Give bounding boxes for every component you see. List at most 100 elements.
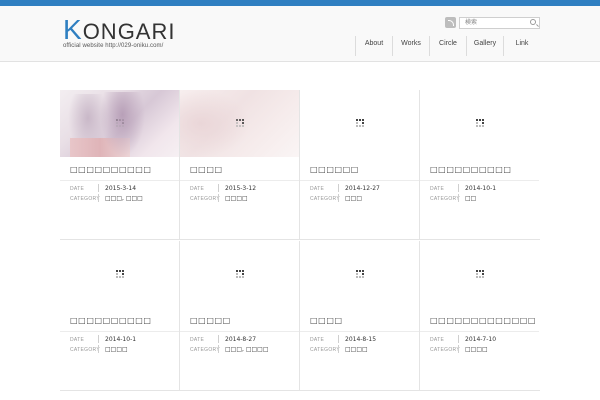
loading-spinner-icon (356, 119, 364, 127)
post-title[interactable]: □□□□□□ (310, 165, 359, 174)
loading-spinner-icon (356, 270, 364, 278)
meta-separator (98, 335, 99, 343)
category-label: CATEGORY (430, 347, 460, 353)
main-nav: About Works Circle Gallery Link (355, 36, 540, 56)
post-card[interactable]: □□□□ DATE 2014-8-15 CATEGORY □□□□ (300, 241, 420, 391)
nav-item-gallery[interactable]: Gallery (466, 36, 503, 56)
search-input[interactable]: 検索 (459, 17, 540, 29)
post-category[interactable]: □□□, □□□□ (225, 346, 269, 353)
meta-separator (338, 184, 339, 192)
loading-spinner-icon (236, 119, 244, 127)
logo-initial: K (63, 14, 83, 45)
thumbnail-art-detail (70, 138, 130, 157)
category-label: CATEGORY (310, 196, 340, 202)
post-card[interactable]: □□□□□□□□□□ DATE 2014-10-1 CATEGORY □□□□ (60, 241, 180, 391)
category-label: CATEGORY (430, 196, 460, 202)
post-card[interactable]: □□□□□□ DATE 2014-12-27 CATEGORY □□□ (300, 90, 420, 240)
post-title[interactable]: □□□□□□□□□□ (70, 316, 152, 325)
meta-separator (98, 184, 99, 192)
post-thumbnail[interactable] (300, 90, 419, 157)
post-date: 2014-10-1 (105, 336, 137, 343)
post-category[interactable]: □□□□ (465, 346, 488, 353)
category-label: CATEGORY (70, 347, 100, 353)
date-label: DATE (430, 186, 445, 192)
post-card[interactable]: □□□□□ DATE 2014-8-27 CATEGORY □□□, □□□□ (180, 241, 300, 391)
category-label: CATEGORY (190, 196, 220, 202)
logo-wordmark: KONGARI (63, 16, 176, 44)
post-thumbnail[interactable] (180, 90, 299, 157)
post-category[interactable]: □□□□ (225, 195, 248, 202)
nav-item-link[interactable]: Link (503, 36, 540, 56)
loading-spinner-icon (236, 270, 244, 278)
post-card[interactable]: □□□□□□□□□□ DATE 2015-3-14 CATEGORY □□□, □□□ (60, 90, 180, 240)
logo-tagline: official website http://029-oniku.com/ (63, 43, 164, 49)
site-logo[interactable]: KONGARI official website http://029-onik… (63, 16, 176, 50)
post-date: 2014-12-27 (345, 185, 380, 192)
post-date: 2014-8-15 (345, 336, 377, 343)
post-card[interactable]: □□□□ DATE 2015-3-12 CATEGORY □□□□ (180, 90, 300, 240)
meta-separator (458, 184, 459, 192)
divider (60, 180, 179, 181)
meta-separator (218, 345, 219, 353)
meta-separator (218, 335, 219, 343)
site-header: KONGARI official website http://029-onik… (0, 6, 600, 62)
date-label: DATE (190, 186, 205, 192)
post-card[interactable]: □□□□□□□□□□□□□ DATE 2014-7-10 CATEGORY □□□□ (420, 241, 540, 391)
category-label: CATEGORY (190, 347, 220, 353)
post-title[interactable]: □□□□□ (190, 316, 231, 325)
search-placeholder: 検索 (465, 19, 478, 26)
loading-spinner-icon (116, 270, 124, 278)
loading-spinner-icon (476, 270, 484, 278)
category-label: CATEGORY (70, 196, 100, 202)
post-category[interactable]: □□□ (345, 195, 362, 202)
post-title[interactable]: □□□□ (310, 316, 343, 325)
divider (60, 331, 179, 332)
post-thumbnail[interactable] (60, 241, 179, 308)
post-title[interactable]: □□□□□□□□□□□□□ (430, 316, 536, 325)
post-date: 2015-3-12 (225, 185, 257, 192)
post-title[interactable]: □□□□□□□□□□ (430, 165, 512, 174)
post-thumbnail[interactable] (420, 90, 539, 157)
nav-item-about[interactable]: About (355, 36, 392, 56)
rss-icon[interactable] (445, 17, 456, 28)
divider (180, 331, 299, 332)
post-date: 2014-7-10 (465, 336, 497, 343)
post-category[interactable]: □□□, □□□ (105, 195, 143, 202)
post-thumbnail[interactable] (420, 241, 539, 308)
search-icon[interactable] (530, 19, 536, 25)
date-label: DATE (70, 186, 85, 192)
post-category[interactable]: □□□□ (105, 346, 128, 353)
post-card[interactable]: □□□□□□□□□□ DATE 2014-10-1 CATEGORY □□ (420, 90, 540, 240)
meta-separator (98, 345, 99, 353)
date-label: DATE (310, 186, 325, 192)
meta-separator (458, 335, 459, 343)
meta-separator (458, 345, 459, 353)
date-label: DATE (310, 337, 325, 343)
date-label: DATE (190, 337, 205, 343)
meta-separator (458, 194, 459, 202)
divider (180, 180, 299, 181)
loading-spinner-icon (476, 119, 484, 127)
post-title[interactable]: □□□□□□□□□□ (70, 165, 152, 174)
post-category[interactable]: □□□□ (345, 346, 368, 353)
meta-separator (218, 184, 219, 192)
meta-separator (338, 194, 339, 202)
date-label: DATE (70, 337, 85, 343)
divider (420, 180, 539, 181)
post-date: 2014-8-27 (225, 336, 257, 343)
nav-item-works[interactable]: Works (392, 36, 429, 56)
post-title[interactable]: □□□□ (190, 165, 223, 174)
post-category[interactable]: □□ (465, 195, 476, 202)
post-thumbnail[interactable] (300, 241, 419, 308)
meta-separator (338, 345, 339, 353)
post-date: 2014-10-1 (465, 185, 497, 192)
post-thumbnail[interactable] (60, 90, 179, 157)
post-thumbnail[interactable] (180, 241, 299, 308)
divider (300, 180, 419, 181)
meta-separator (338, 335, 339, 343)
logo-rest: ONGARI (82, 19, 176, 44)
date-label: DATE (430, 337, 445, 343)
category-label: CATEGORY (310, 347, 340, 353)
meta-separator (98, 194, 99, 202)
nav-item-circle[interactable]: Circle (429, 36, 466, 56)
